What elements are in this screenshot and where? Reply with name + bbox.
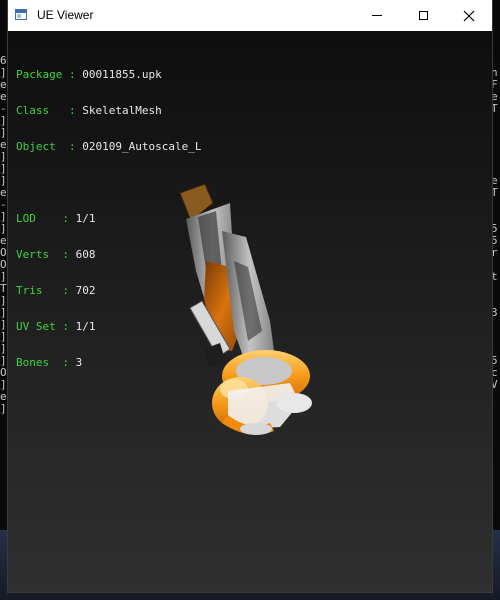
background-console-right: nFeTeT55rt35cV: [491, 55, 500, 530]
background-console-char: [491, 151, 500, 163]
mesh-bottom-cap: [276, 393, 312, 413]
maximize-icon: [418, 11, 428, 20]
background-console-char: [491, 391, 500, 403]
3d-viewport[interactable]: Package : 00011855.upk Class : SkeletalM…: [8, 31, 492, 592]
background-console-char: [491, 403, 500, 415]
close-button[interactable]: [446, 0, 492, 31]
window-title: UE Viewer: [37, 8, 94, 22]
mesh-base-foot: [240, 423, 272, 435]
background-console-char: [491, 319, 500, 331]
background-console-char: 3: [491, 306, 498, 319]
ue-viewer-window: UE Viewer Package : 00011855.upk Class :…: [8, 0, 492, 592]
background-console-char: t: [491, 270, 498, 283]
minimize-icon: [372, 15, 382, 16]
background-console-char: [491, 331, 500, 343]
title-bar[interactable]: UE Viewer: [8, 0, 492, 31]
background-console-char: [491, 199, 500, 211]
close-icon: [463, 10, 475, 21]
background-console-char: T: [491, 102, 498, 115]
background-console-char: [491, 115, 500, 127]
background-console-char: T: [491, 186, 498, 199]
maximize-button[interactable]: [400, 0, 446, 31]
background-console-char: ]: [0, 402, 7, 415]
skeletal-mesh-render[interactable]: [8, 31, 492, 592]
background-console-char: [491, 127, 500, 139]
background-console-char: [491, 139, 500, 151]
background-console-char: V: [491, 378, 498, 391]
minimize-button[interactable]: [354, 0, 400, 31]
background-console-char: [491, 283, 500, 295]
app-window-icon[interactable]: [15, 9, 27, 20]
background-console-char: r: [491, 246, 498, 259]
background-console-left: 6] e e -]] e]]] e -]] e O O] T]]]]]] O] e]: [0, 55, 8, 530]
